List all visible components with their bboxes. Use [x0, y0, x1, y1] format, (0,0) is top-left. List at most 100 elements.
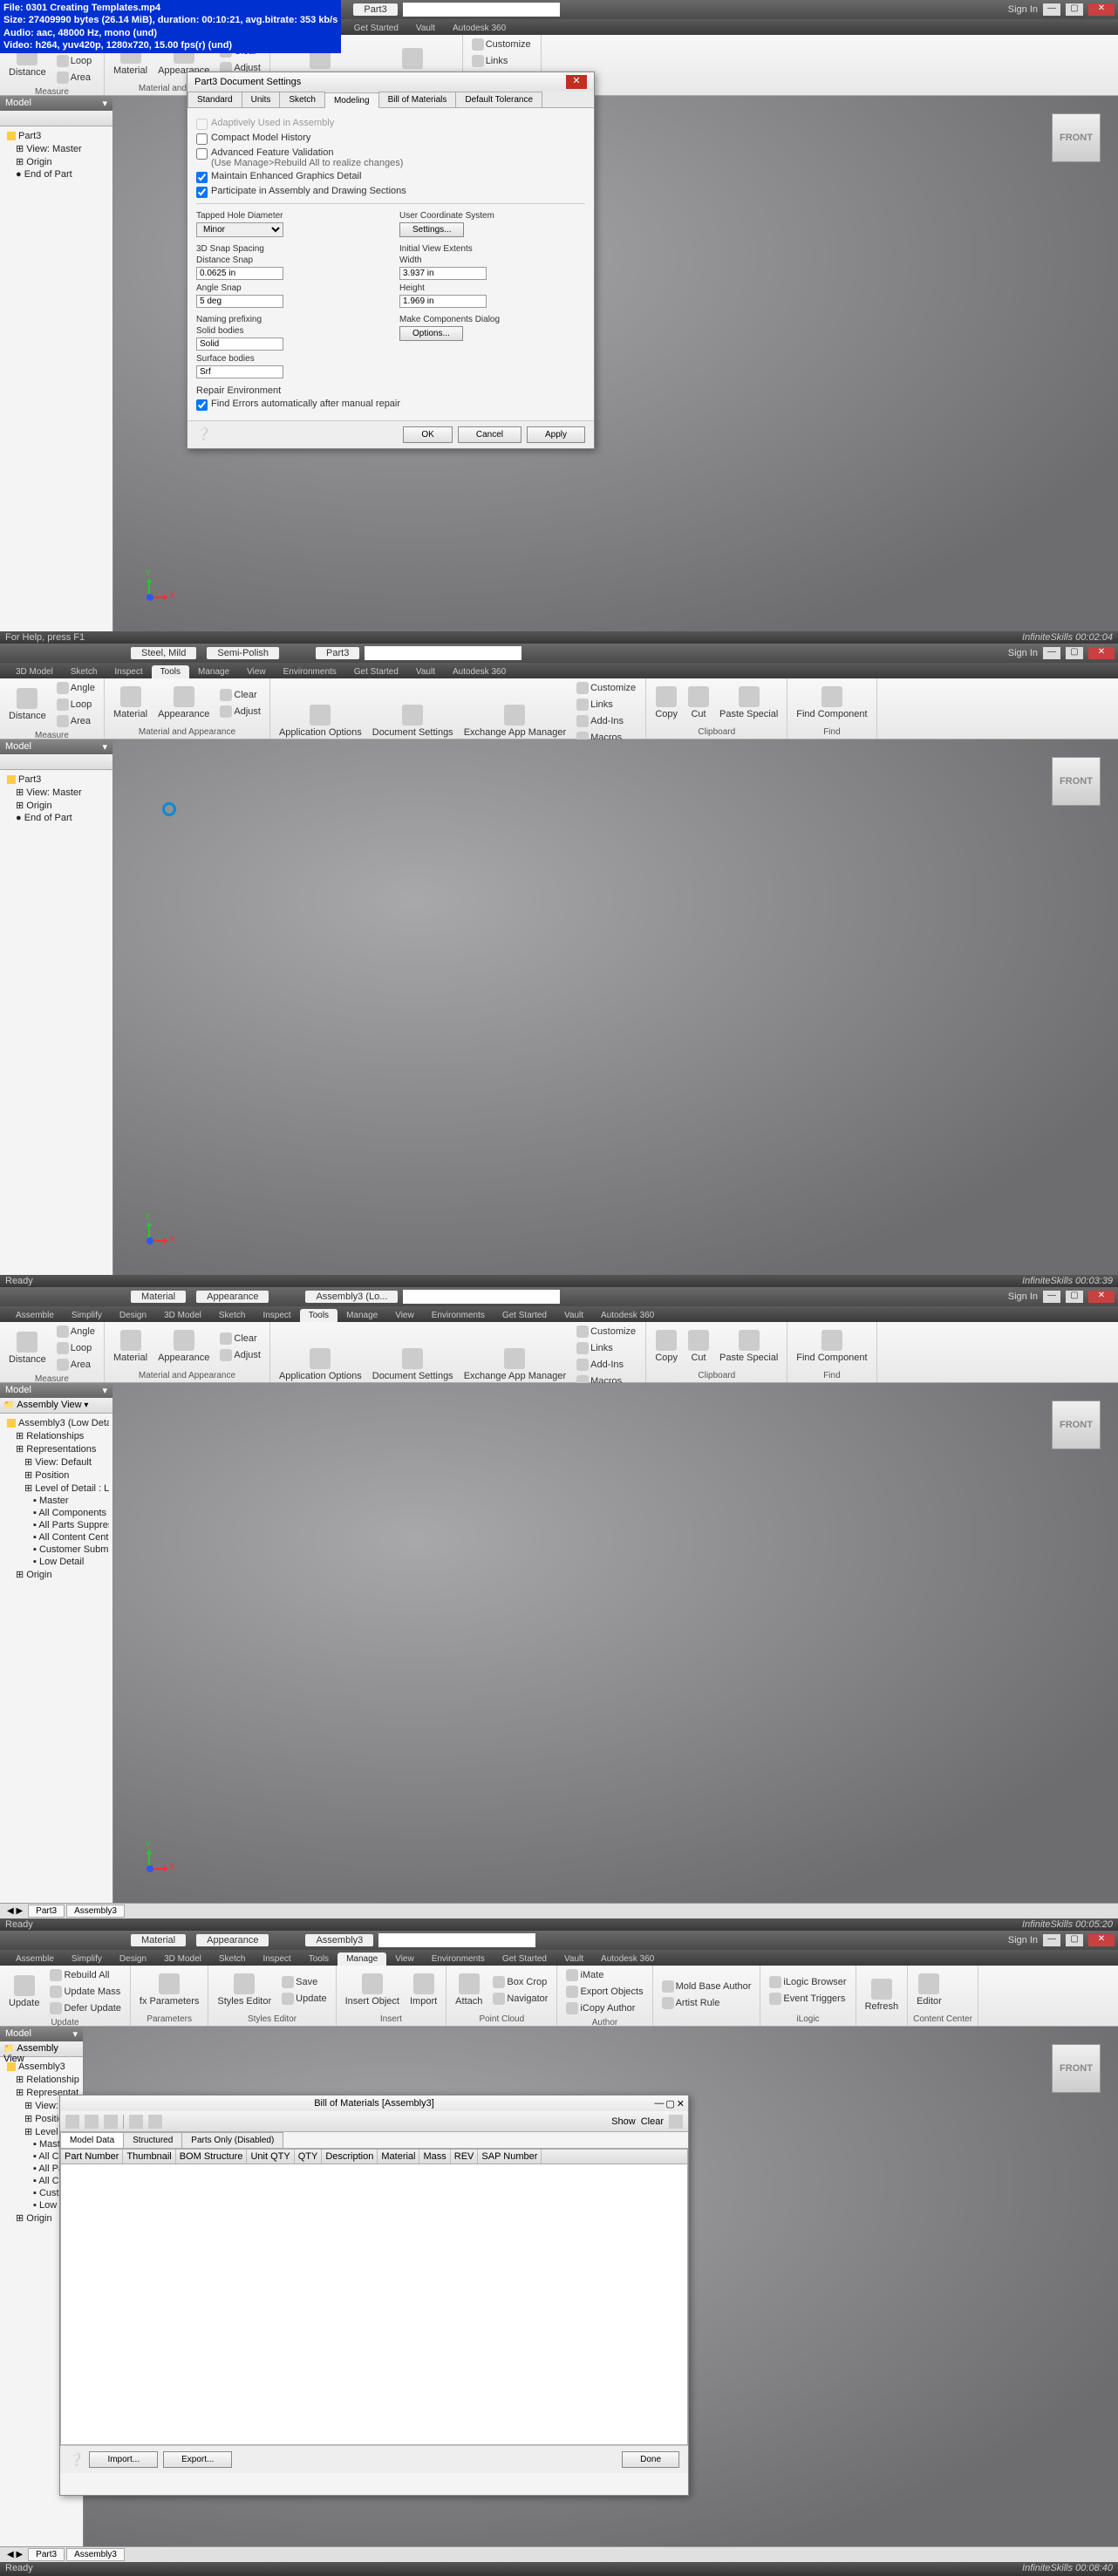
- bom-col-header[interactable]: SAP Number: [478, 2150, 542, 2164]
- ribbon-area[interactable]: Area: [53, 1357, 99, 1373]
- close-button[interactable]: ✕: [1088, 3, 1115, 16]
- tab-design[interactable]: Design: [111, 1309, 155, 1322]
- ribbon-adjust[interactable]: Adjust: [216, 1347, 264, 1363]
- tab-tools[interactable]: Tools: [300, 1952, 337, 1966]
- bom-tool-icon[interactable]: [129, 2115, 143, 2129]
- tab-3d-model[interactable]: 3D Model: [155, 1309, 210, 1322]
- tab-manage[interactable]: Manage: [337, 1952, 386, 1966]
- tree-node[interactable]: ⊞ Relationships: [3, 1429, 109, 1442]
- qat-material[interactable]: Material: [131, 1291, 186, 1303]
- tab-assemble[interactable]: Assemble: [7, 1309, 63, 1322]
- tab-inspect[interactable]: Inspect: [254, 1952, 299, 1966]
- bom-close[interactable]: ✕: [677, 2098, 685, 2109]
- tab-vault[interactable]: Vault: [556, 1309, 592, 1322]
- ribbon-paste-special[interactable]: Paste Special: [716, 1328, 781, 1365]
- make-components-options-button[interactable]: Options...: [399, 326, 463, 341]
- qat-appearance[interactable]: Semi-Polish: [207, 647, 279, 659]
- tapped-hole-select[interactable]: Minor: [196, 222, 283, 237]
- ribbon-fx-parameters[interactable]: fx Parameters: [136, 1972, 202, 2008]
- ribbon-navigator[interactable]: Navigator: [489, 1991, 551, 2007]
- tab-tools[interactable]: Tools: [300, 1309, 337, 1322]
- close-button[interactable]: ✕: [1088, 1934, 1115, 1946]
- tab-sketch[interactable]: Sketch: [62, 665, 106, 678]
- tab-autodesk-360[interactable]: Autodesk 360: [592, 1309, 663, 1322]
- tree-node[interactable]: ⊞ Representations: [3, 1442, 109, 1455]
- doctab-part3[interactable]: Part3: [28, 2548, 65, 2561]
- tab-view[interactable]: View: [238, 665, 275, 678]
- tree-node[interactable]: ⊞ Origin: [3, 1568, 109, 1581]
- bom-tab-parts[interactable]: Parts Only (Disabled): [181, 2132, 283, 2148]
- dlg-tab-modeling[interactable]: Modeling: [324, 92, 379, 108]
- qat-appearance[interactable]: Appearance: [196, 1934, 269, 1946]
- tab-vault[interactable]: Vault: [407, 22, 444, 35]
- tab-3d-model[interactable]: 3D Model: [7, 665, 62, 678]
- compact-history-checkbox[interactable]: [196, 133, 208, 145]
- maximize-button[interactable]: ▢: [1066, 3, 1083, 16]
- ribbon-box-crop[interactable]: Box Crop: [489, 1974, 551, 1990]
- ribbon-application-options[interactable]: Application Options: [276, 703, 365, 739]
- bom-tool-icon[interactable]: [104, 2115, 118, 2129]
- tree-node[interactable]: ▪ Customer Submittal: [3, 1544, 109, 1556]
- tab-environments[interactable]: Environments: [275, 665, 345, 678]
- enhanced-graphics-checkbox[interactable]: [196, 172, 208, 183]
- advanced-validation-checkbox[interactable]: [196, 148, 208, 160]
- ribbon-customize[interactable]: Customize: [573, 1324, 640, 1339]
- bom-col-header[interactable]: QTY: [295, 2150, 323, 2164]
- tab-autodesk-360[interactable]: Autodesk 360: [444, 665, 515, 678]
- bom-tab-model[interactable]: Model Data: [60, 2132, 124, 2148]
- ribbon-insert-object[interactable]: Insert Object: [342, 1972, 403, 2008]
- ribbon-appearance[interactable]: Appearance: [154, 1328, 213, 1365]
- tab-vault[interactable]: Vault: [556, 1952, 592, 1966]
- bom-col-header[interactable]: Material: [378, 2150, 419, 2164]
- tab-view[interactable]: View: [386, 1309, 423, 1322]
- minimize-button[interactable]: —: [1043, 647, 1060, 659]
- qat-material[interactable]: Steel, Mild: [131, 647, 196, 659]
- ribbon-add-ins[interactable]: Add-Ins: [573, 1357, 640, 1373]
- help-icon[interactable]: ❔: [196, 426, 211, 443]
- model-tree[interactable]: Assembly3 (Low Detail)⊞ Relationships⊞ R…: [0, 1414, 112, 1584]
- ribbon-export-objects[interactable]: Export Objects: [562, 1984, 646, 2000]
- ribbon-loop[interactable]: Loop: [53, 1340, 99, 1356]
- bom-tool-icon[interactable]: [85, 2115, 99, 2129]
- bom-clear-button[interactable]: Clear: [641, 2116, 664, 2127]
- ribbon-copy[interactable]: Copy: [651, 1328, 681, 1365]
- ribbon-styles-editor[interactable]: Styles Editor: [214, 1972, 275, 2008]
- ribbon-loop[interactable]: Loop: [53, 697, 99, 712]
- ribbon-customize[interactable]: Customize: [573, 680, 640, 696]
- ribbon-update[interactable]: Update: [5, 1973, 43, 2010]
- dlg-tab-sketch[interactable]: Sketch: [279, 92, 325, 107]
- doctab-nav[interactable]: ◀ ▶: [3, 2550, 26, 2559]
- ribbon-ilogic-browser[interactable]: iLogic Browser: [766, 1974, 849, 1990]
- distance-snap-input[interactable]: [196, 267, 283, 280]
- minimize-button[interactable]: —: [1043, 1934, 1060, 1946]
- ribbon-exchange-app-manager[interactable]: Exchange App Manager: [460, 703, 569, 739]
- ribbon-links[interactable]: Links: [468, 53, 535, 69]
- tab-get-started[interactable]: Get Started: [345, 22, 407, 35]
- ribbon-links[interactable]: Links: [573, 1340, 640, 1356]
- model-tree[interactable]: Part3 ⊞ View: Master ⊞ Origin ● End of P…: [0, 126, 112, 184]
- ribbon-document-settings[interactable]: Document Settings: [369, 703, 457, 739]
- browser-toolbar[interactable]: 📁 Assembly View ▾: [0, 1398, 112, 1414]
- tree-node[interactable]: ▪ Low Detail: [3, 1556, 109, 1568]
- ucs-settings-button[interactable]: Settings...: [399, 222, 464, 237]
- ribbon-document-settings[interactable]: Document Settings: [369, 1346, 457, 1383]
- participate-assembly-checkbox[interactable]: [196, 187, 208, 198]
- bom-filter-icon[interactable]: [669, 2115, 683, 2129]
- viewcube[interactable]: FRONT: [1052, 113, 1101, 162]
- bom-col-header[interactable]: Description: [322, 2150, 378, 2164]
- maximize-button[interactable]: ▢: [1066, 1934, 1083, 1946]
- browser-collapse-icon[interactable]: ▾: [102, 1385, 107, 1396]
- ribbon-event-triggers[interactable]: Event Triggers: [766, 1991, 849, 2007]
- ribbon-distance[interactable]: Distance: [5, 1330, 50, 1366]
- tab-autodesk-360[interactable]: Autodesk 360: [592, 1952, 663, 1966]
- ribbon-application-options[interactable]: Application Options: [276, 1346, 365, 1383]
- ribbon-clear[interactable]: Clear: [216, 687, 264, 703]
- ribbon-import[interactable]: Import: [406, 1972, 440, 2008]
- tree-node[interactable]: ⊞ Relationships: [3, 2073, 79, 2086]
- find-errors-checkbox[interactable]: [196, 399, 208, 411]
- ribbon-refresh[interactable]: Refresh: [862, 1977, 903, 2014]
- ribbon-cut[interactable]: Cut: [685, 1328, 712, 1365]
- tab-tools[interactable]: Tools: [152, 665, 189, 678]
- ribbon-distance[interactable]: Distance: [5, 686, 50, 723]
- solid-bodies-input[interactable]: [196, 337, 283, 351]
